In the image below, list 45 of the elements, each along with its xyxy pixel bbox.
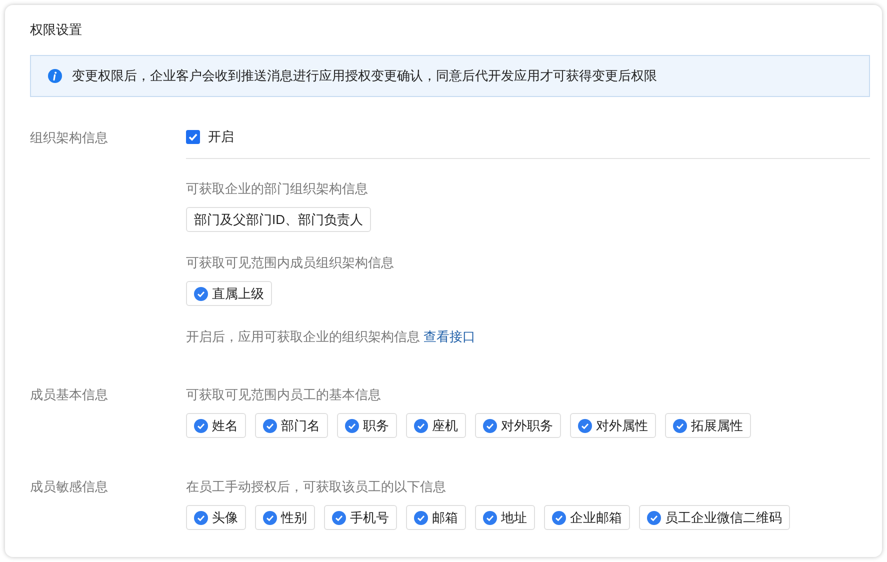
section-label: 组织架构信息 xyxy=(30,129,109,147)
check-icon xyxy=(414,510,428,524)
group-description: 可获取可见范围内成员组织架构信息 xyxy=(186,254,395,272)
checkbox[interactable] xyxy=(186,130,200,144)
check-icon xyxy=(194,418,208,432)
group-description: 在员工手动授权后，可获取该员工的以下信息 xyxy=(186,478,447,496)
permission-tag: 职务 xyxy=(337,413,397,438)
check-icon xyxy=(345,418,359,432)
section-label: 成员敏感信息 xyxy=(30,478,109,496)
permission-tag: 座机 xyxy=(406,413,466,438)
check-icon xyxy=(578,418,592,432)
notice-text: 变更权限后，企业客户会收到推送消息进行应用授权变更确认，同意后代开发应用才可获得变更后权限 xyxy=(72,67,657,85)
check-icon xyxy=(552,510,566,524)
view-api-link[interactable]: 查看接口 xyxy=(424,329,476,344)
permission-tag: 手机号 xyxy=(324,505,397,530)
note-text: 开启后，应用可获取企业的组织架构信息 查看接口 xyxy=(186,328,477,346)
check-icon xyxy=(194,286,208,300)
check-icon xyxy=(647,510,661,524)
permission-tag: 地址 xyxy=(475,505,535,530)
check-icon xyxy=(263,510,277,524)
check-icon xyxy=(414,418,428,432)
check-icon xyxy=(332,510,346,524)
card-title: 权限设置 xyxy=(30,21,83,39)
check-icon xyxy=(483,510,497,524)
permission-tag: 部门名 xyxy=(255,413,328,438)
permission-tag: 姓名 xyxy=(186,413,246,438)
permission-tag: 性别 xyxy=(255,505,315,530)
section-label: 成员基本信息 xyxy=(30,386,109,404)
permission-tag: 邮箱 xyxy=(406,505,466,530)
permission-tag: 对外属性 xyxy=(570,413,656,438)
permission-tag: 头像 xyxy=(186,505,246,530)
permission-tag: 拓展属性 xyxy=(665,413,751,438)
check-icon xyxy=(263,418,277,432)
permission-tag: 企业邮箱 xyxy=(544,505,630,530)
permission-tag: 对外职务 xyxy=(475,413,561,438)
info-icon xyxy=(48,69,62,83)
check-icon xyxy=(483,418,497,432)
permission-tag: 直属上级 xyxy=(186,281,272,306)
permission-tag: 员工企业微信二维码 xyxy=(639,505,790,530)
group-description: 可获取企业的部门组织架构信息 xyxy=(186,180,369,198)
group-description: 可获取可见范围内员工的基本信息 xyxy=(186,386,382,404)
check-icon xyxy=(194,510,208,524)
check-icon xyxy=(673,418,687,432)
permission-tag: 部门及父部门ID、部门负责人 xyxy=(186,207,371,232)
checkbox-label[interactable]: 开启 xyxy=(208,128,234,146)
